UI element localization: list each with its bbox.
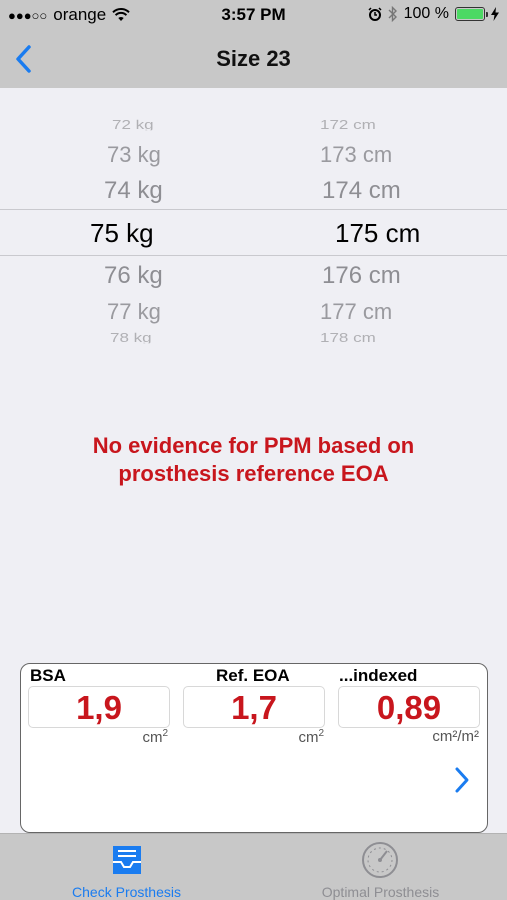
tab-check-prosthesis[interactable]: Check Prosthesis — [0, 834, 253, 900]
height-picker-column[interactable]: 172 cm 173 cm 174 cm 175 cm 176 cm 177 c… — [262, 110, 507, 355]
weight-picker-column[interactable]: 72 kg 73 kg 74 kg 75 kg 76 kg 77 kg 78 k… — [0, 110, 262, 355]
indexed-unit: cm²/m² — [432, 728, 479, 745]
battery-percent: 100 % — [403, 5, 449, 22]
ppm-result-message: No evidence for PPM based on prosthesis … — [0, 432, 507, 488]
height-option[interactable]: 177 cm — [320, 299, 507, 325]
bluetooth-icon — [388, 6, 397, 22]
selected-height[interactable]: 175 cm — [335, 219, 507, 247]
navigation-bar: Size 23 — [0, 30, 507, 88]
alarm-clock-icon — [368, 7, 382, 21]
page-title: Size 23 — [216, 46, 291, 71]
height-option[interactable]: 174 cm — [322, 177, 507, 205]
status-bar: ●●●○○ orange 3:57 PM 100 % — [0, 0, 507, 30]
height-option[interactable]: 172 cm — [320, 120, 507, 131]
inbox-tray-icon — [113, 846, 141, 874]
ref-eoa-unit: cm2 — [298, 728, 324, 746]
indexed-eoa-value: 0,89 — [338, 686, 480, 728]
gauge-icon — [362, 842, 398, 878]
status-right: 100 % — [368, 5, 499, 23]
tab-bar: Check Prosthesis Optimal Prosthesis — [0, 833, 507, 900]
height-option[interactable]: 178 cm — [320, 333, 507, 344]
height-option[interactable]: 176 cm — [322, 262, 507, 290]
chevron-right-icon[interactable] — [451, 764, 473, 796]
message-line-1: No evidence for PPM based on — [92, 433, 415, 458]
ref-eoa-label: Ref. EOA — [216, 666, 290, 685]
charging-bolt-icon — [491, 7, 499, 21]
tab-label: Optimal Prosthesis — [321, 884, 440, 900]
indexed-label: ...indexed — [339, 666, 418, 685]
message-line-2: prosthesis reference EOA — [118, 461, 389, 486]
bsa-label: BSA — [30, 666, 66, 685]
results-panel: BSA 1,9 cm2 Ref. EOA 1,7 cm2 ...indexed … — [20, 663, 488, 833]
weight-height-picker[interactable]: 72 kg 73 kg 74 kg 75 kg 76 kg 77 kg 78 k… — [0, 110, 507, 355]
tab-optimal-prosthesis[interactable]: Optimal Prosthesis — [254, 834, 507, 900]
ref-eoa-value: 1,7 — [183, 686, 325, 728]
bsa-value: 1,9 — [28, 686, 170, 728]
tab-label: Check Prosthesis — [72, 884, 181, 900]
bsa-unit: cm2 — [142, 728, 168, 746]
height-option[interactable]: 173 cm — [320, 142, 507, 168]
battery-icon — [455, 7, 488, 21]
